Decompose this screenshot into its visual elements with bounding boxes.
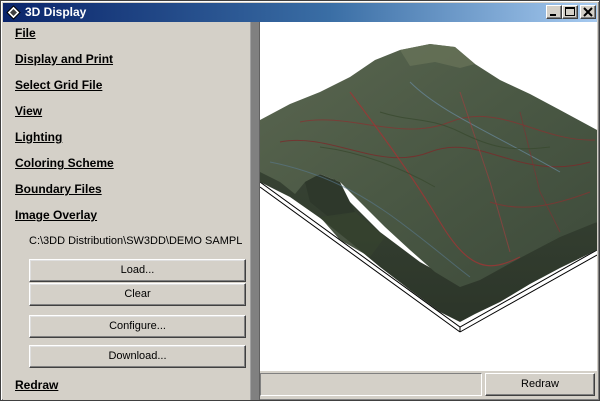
load-button[interactable]: Load... <box>29 259 246 282</box>
maximize-icon <box>565 7 575 16</box>
status-bar <box>260 373 482 396</box>
section-image-overlay[interactable]: Image Overlay <box>15 208 97 222</box>
section-coloring-scheme[interactable]: Coloring Scheme <box>15 156 114 170</box>
section-display-and-print[interactable]: Display and Print <box>15 52 113 66</box>
maximize-button[interactable] <box>562 5 578 19</box>
close-button[interactable] <box>580 5 596 19</box>
title-bar[interactable]: 3D Display <box>3 3 597 22</box>
section-view[interactable]: View <box>15 104 42 118</box>
app-diamond-icon <box>6 5 21 20</box>
terrain-render <box>260 44 597 333</box>
panel-splitter[interactable] <box>250 22 260 400</box>
minimize-button[interactable] <box>546 5 562 19</box>
section-boundary-files[interactable]: Boundary Files <box>15 182 102 196</box>
clear-button[interactable]: Clear <box>29 283 246 306</box>
redraw-button[interactable]: Redraw <box>485 373 595 396</box>
close-icon <box>583 7 593 17</box>
section-file[interactable]: File <box>15 26 36 40</box>
minimize-icon <box>550 14 556 16</box>
3d-viewport[interactable] <box>260 22 597 371</box>
section-lighting[interactable]: Lighting <box>15 130 62 144</box>
app-window: 3D Display File Display and Print Select… <box>0 0 600 401</box>
section-redraw[interactable]: Redraw <box>15 378 58 392</box>
options-panel: File Display and Print Select Grid File … <box>3 22 250 400</box>
image-overlay-path: C:\3DD Distribution\SW3DD\DEMO SAMPL <box>29 235 243 247</box>
window-title: 3D Display <box>25 5 87 19</box>
configure-button[interactable]: Configure... <box>29 315 246 338</box>
download-button[interactable]: Download... <box>29 345 246 368</box>
redraw-button-label: Redraw <box>521 378 559 390</box>
section-select-grid-file[interactable]: Select Grid File <box>15 78 102 92</box>
